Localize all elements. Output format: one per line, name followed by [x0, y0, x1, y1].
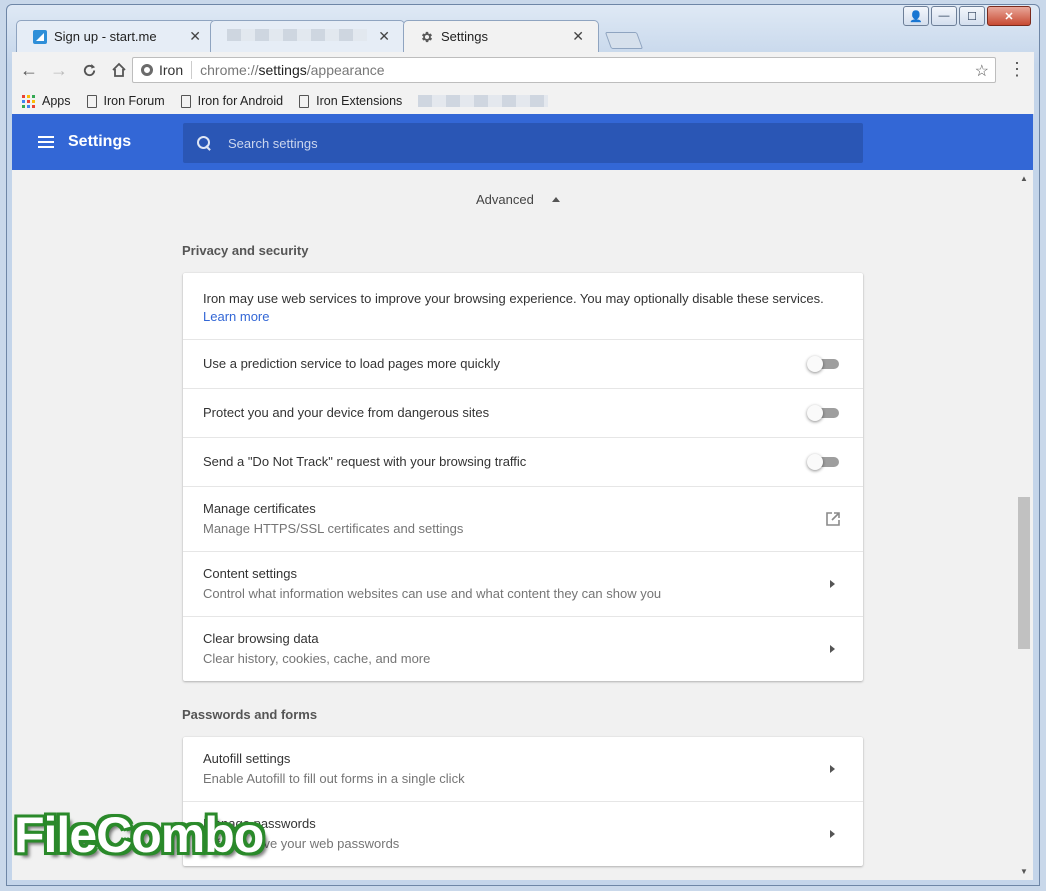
chevron-right-icon	[830, 580, 835, 588]
section-title-passwords: Passwords and forms	[182, 707, 318, 722]
bookmark-apps[interactable]: Apps	[22, 94, 71, 108]
section-title-privacy: Privacy and security	[182, 243, 309, 258]
blurred-title	[227, 29, 367, 41]
setting-row-safe-browsing[interactable]: Protect you and your device from dangero…	[183, 388, 863, 437]
start-me-icon	[33, 29, 47, 44]
address-bar[interactable]: Iron chrome://settings/appearance ☆	[132, 57, 996, 83]
setting-label: Clear browsing data	[203, 631, 319, 646]
setting-row-autofill[interactable]: Autofill settings Enable Autofill to fil…	[183, 737, 863, 801]
bookmark-label: Iron Extensions	[316, 94, 403, 108]
bookmark-label: Apps	[42, 94, 71, 108]
setting-label: Autofill settings	[203, 751, 291, 766]
setting-sublabel: Clear history, cookies, cache, and more	[203, 651, 431, 666]
setting-label: Manage passwords	[203, 816, 316, 831]
bookmark-iron-extensions[interactable]: Iron Extensions	[299, 94, 402, 108]
page-title: Settings	[68, 133, 132, 150]
bookmark-iron-for-android[interactable]: Iron for Android	[180, 94, 284, 108]
tab-title	[227, 29, 372, 44]
new-tab-button[interactable]	[604, 32, 644, 49]
tab-strip: Sign up - start.me ✕ ✕ Settings ✕	[10, 20, 1030, 52]
tab-close-icon[interactable]: ✕	[189, 28, 201, 45]
setting-label: Manage certificates	[203, 501, 316, 516]
advanced-label: Advanced	[476, 192, 534, 207]
caret-up-icon	[551, 197, 560, 202]
setting-row-content-settings[interactable]: Content settings Control what informatio…	[183, 551, 863, 616]
setting-row-do-not-track[interactable]: Send a "Do Not Track" request with your …	[183, 437, 863, 486]
advanced-toggle[interactable]: Advanced	[476, 192, 560, 207]
privacy-card: Iron may use web services to improve you…	[183, 273, 863, 681]
setting-label: Protect you and your device from dangero…	[203, 405, 490, 420]
setting-label: Content settings	[203, 566, 297, 581]
page-icon	[180, 94, 191, 108]
passwords-card: Autofill settings Enable Autofill to fil…	[183, 737, 863, 866]
search-icon	[197, 136, 211, 150]
setting-row-manage-certificates[interactable]: Manage certificates Manage HTTPS/SSL cer…	[183, 486, 863, 551]
browser-menu-button[interactable]: ⋮	[1008, 60, 1026, 78]
privacy-intro-text: Iron may use web services to improve you…	[203, 290, 824, 306]
url-text: chrome://settings/appearance	[200, 62, 385, 78]
bookmark-star-icon[interactable]: ☆	[975, 61, 989, 81]
search-input[interactable]	[228, 135, 728, 151]
setting-row-clear-browsing-data[interactable]: Clear browsing data Clear history, cooki…	[183, 616, 863, 681]
vertical-scrollbar[interactable]: ▲ ▼	[1016, 170, 1033, 880]
chevron-right-icon	[830, 830, 835, 838]
tab-close-icon[interactable]: ✕	[572, 28, 584, 45]
setting-label: Use a prediction service to load pages m…	[203, 356, 500, 371]
scroll-up-arrow-icon[interactable]: ▲	[1020, 174, 1028, 183]
chevron-right-icon	[830, 645, 835, 653]
scrollbar-thumb[interactable]	[1018, 497, 1030, 649]
gear-icon	[420, 30, 434, 44]
setting-label: Send a "Do Not Track" request with your …	[203, 454, 527, 469]
setting-sublabel: Control what information websites can us…	[203, 586, 662, 601]
setting-sublabel: Offer to save your web passwords	[203, 836, 400, 851]
settings-content: Advanced Privacy and security Iron may u…	[12, 170, 1016, 880]
setting-row-manage-passwords[interactable]: Manage passwords Offer to save your web …	[183, 801, 863, 866]
apps-grid-icon	[22, 94, 35, 108]
reload-button[interactable]	[76, 57, 102, 83]
forward-button[interactable]: →	[46, 57, 72, 83]
watermark-logo: FileCombo	[14, 807, 264, 863]
browser-toolbar: ← → Iron chrome://settings/appearance ☆ …	[12, 52, 1034, 88]
tab-blurred[interactable]: ✕	[210, 20, 405, 52]
tab-title: Sign up - start.me	[54, 29, 157, 44]
external-link-icon[interactable]	[825, 511, 841, 527]
home-button[interactable]	[106, 57, 132, 83]
page-icon	[299, 94, 310, 108]
settings-header: Settings	[12, 114, 1033, 170]
site-info-chip[interactable]: Iron	[141, 61, 193, 79]
setting-sublabel: Manage HTTPS/SSL certificates and settin…	[203, 521, 464, 536]
bookmark-label: Iron for Android	[197, 94, 284, 108]
safe-browsing-toggle[interactable]	[807, 405, 841, 421]
privacy-intro-row: Iron may use web services to improve you…	[183, 273, 863, 339]
bookmark-iron-forum[interactable]: Iron Forum	[86, 94, 165, 108]
search-box	[183, 123, 863, 163]
tab-title: Settings	[441, 29, 488, 44]
site-chip-label: Iron	[159, 62, 184, 78]
chevron-right-icon	[830, 765, 835, 773]
menu-icon[interactable]	[38, 136, 54, 148]
learn-more-link[interactable]: Learn more	[203, 309, 269, 324]
tab-close-icon[interactable]: ✕	[378, 28, 390, 45]
page-icon	[86, 94, 97, 108]
setting-sublabel: Enable Autofill to fill out forms in a s…	[203, 771, 465, 786]
prediction-service-toggle[interactable]	[807, 356, 841, 372]
do-not-track-toggle[interactable]	[807, 454, 841, 470]
home-icon	[112, 62, 126, 77]
tab-settings[interactable]: Settings ✕	[403, 20, 599, 52]
back-button[interactable]: ←	[16, 57, 42, 83]
tab-start-me[interactable]: Sign up - start.me ✕	[16, 20, 216, 52]
scroll-down-arrow-icon[interactable]: ▼	[1020, 867, 1028, 876]
bookmarks-bar: Apps Iron Forum Iron for Android Iron Ex…	[12, 88, 1034, 114]
setting-row-prediction-service[interactable]: Use a prediction service to load pages m…	[183, 339, 863, 388]
reload-icon	[83, 63, 95, 76]
bookmark-label: Iron Forum	[103, 94, 165, 108]
iron-logo-icon	[141, 64, 153, 76]
blurred-bookmark	[418, 95, 549, 107]
